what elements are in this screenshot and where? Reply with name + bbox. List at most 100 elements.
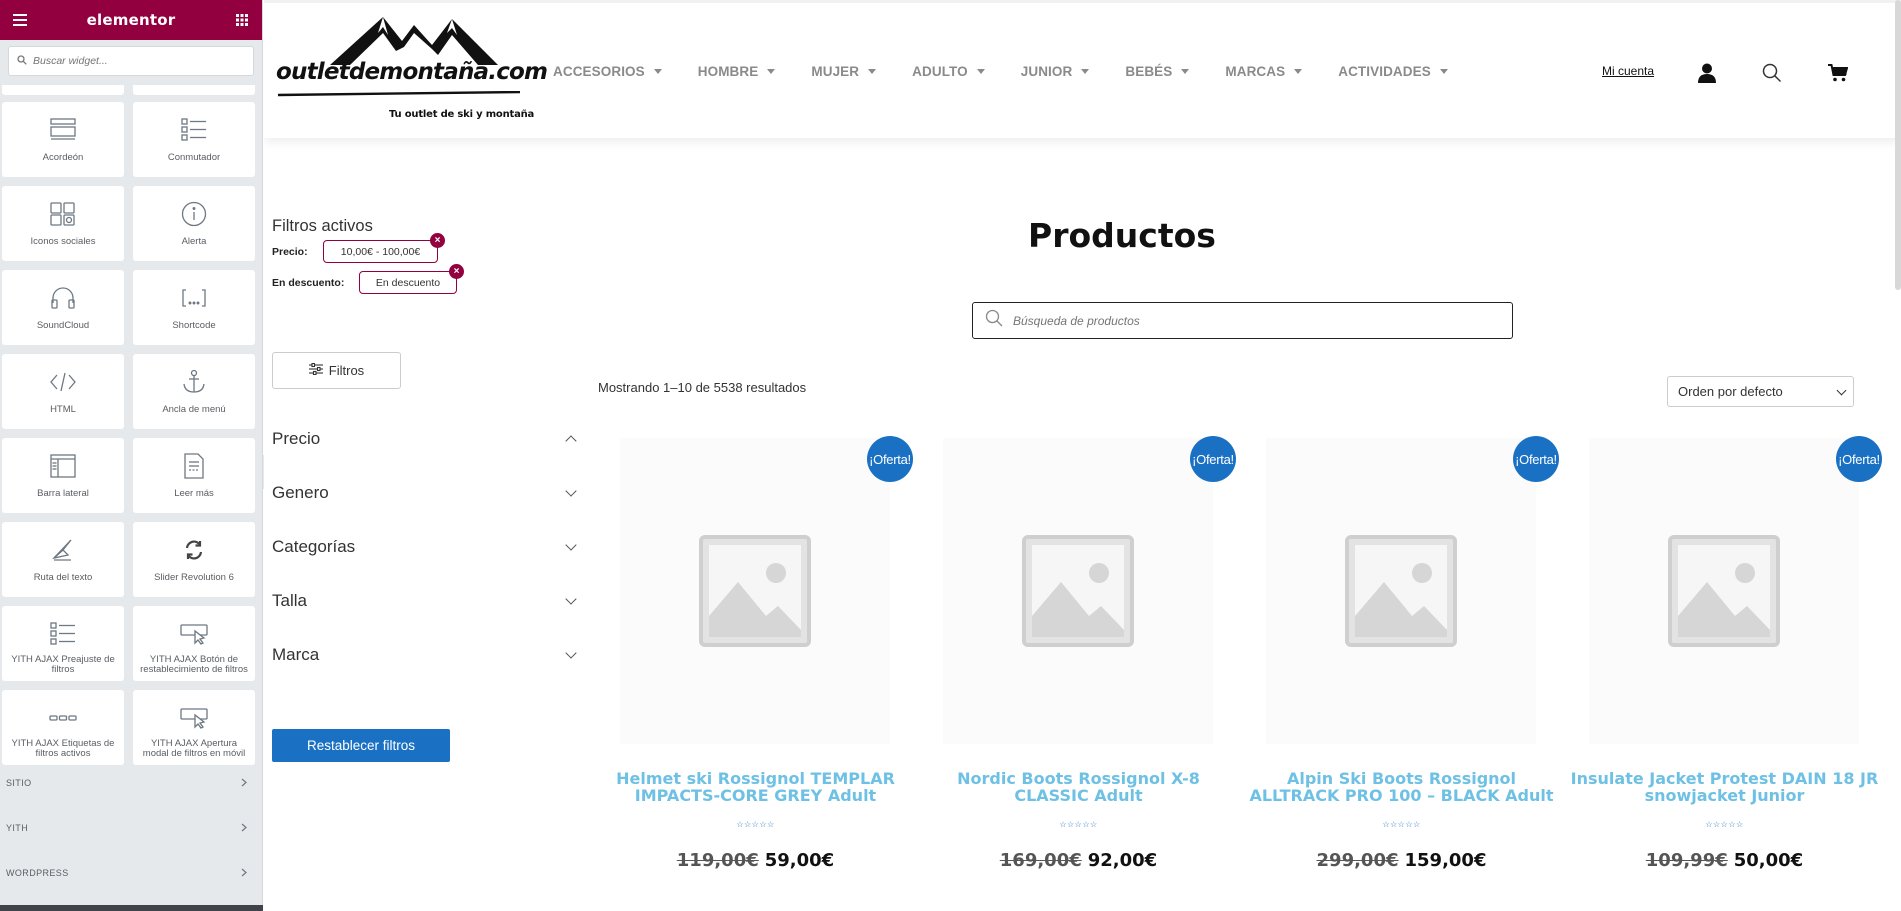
alert-info-icon xyxy=(178,199,210,229)
search-icon xyxy=(985,309,1003,332)
nav-label: ACTIVIDADES xyxy=(1338,64,1431,79)
star-rating: ☆☆☆☆☆ xyxy=(1059,820,1098,829)
anchor-icon xyxy=(178,367,210,397)
tags-dots-icon xyxy=(47,703,79,733)
widget-label: Acordeón xyxy=(42,152,84,163)
caret-down-icon xyxy=(976,69,985,74)
widget-yith-active-labels[interactable]: YITH AJAX Etiquetas de filtros activos xyxy=(2,690,124,765)
nav-actividades[interactable]: ACTIVIDADES xyxy=(1338,64,1448,79)
widget-toggle[interactable]: Conmutador xyxy=(133,102,255,177)
widget-social-icons[interactable]: Iconos sociales xyxy=(2,186,124,261)
widget-label: Slider Revolution 6 xyxy=(154,572,234,583)
widget-read-more[interactable]: Leer más xyxy=(133,438,255,513)
chevron-down-icon xyxy=(565,485,577,497)
product-image-placeholder[interactable] xyxy=(620,438,890,744)
widget-label: Conmutador xyxy=(167,152,221,163)
widget-menu-anchor[interactable]: Ancla de menú xyxy=(133,354,255,429)
star-rating: ☆☆☆☆☆ xyxy=(1705,820,1744,829)
nav-mujer[interactable]: MUJER xyxy=(811,64,877,79)
widget-yith-preset[interactable]: YITH AJAX Preajuste de filtros xyxy=(2,606,124,681)
category-wordpress[interactable]: WORDPRESS xyxy=(0,858,263,888)
facet-marca[interactable]: Marca xyxy=(272,640,581,670)
nav-adulto[interactable]: ADULTO xyxy=(912,64,985,79)
old-price: 109,99€ xyxy=(1645,850,1728,871)
widget-sidebar[interactable]: Barra lateral xyxy=(2,438,124,513)
scrollbar-thumb[interactable] xyxy=(1895,0,1901,290)
product-title[interactable]: Insulate Jacket Protest DAIN 18 JR snowj… xyxy=(1563,770,1886,804)
facet-categorias[interactable]: Categorías xyxy=(272,532,581,562)
product-card[interactable]: ¡Oferta! Nordic Boots Rossignol X-8 CLAS… xyxy=(917,432,1240,911)
facet-genero[interactable]: Genero xyxy=(272,478,581,508)
active-filter-label: En descuento: xyxy=(272,277,345,289)
close-icon[interactable]: × xyxy=(449,264,464,279)
chevron-down-icon xyxy=(565,593,577,605)
widget-label: YITH AJAX Preajuste de filtros xyxy=(11,654,115,675)
widget-label: Ancla de menú xyxy=(162,404,226,415)
widget-soundcloud[interactable]: SoundCloud xyxy=(2,270,124,345)
nav-label: JUNIOR xyxy=(1020,64,1073,79)
main-nav: ACCESORIOS HOMBRE MUJER ADULTO JUNIOR BE… xyxy=(553,64,1484,79)
widget-label: YITH AJAX Botón de restablecimiento de f… xyxy=(140,654,248,675)
widget-label: SoundCloud xyxy=(36,320,90,331)
widget-label: Alerta xyxy=(181,236,207,247)
headphones-icon xyxy=(47,283,79,313)
facet-precio[interactable]: Precio xyxy=(272,424,581,454)
widget-search-input[interactable] xyxy=(33,55,233,67)
product-card[interactable]: ¡Oferta! Alpin Ski Boots Rossignol ALLTR… xyxy=(1240,432,1563,911)
nav-junior[interactable]: JUNIOR xyxy=(1021,64,1090,79)
product-title[interactable]: Nordic Boots Rossignol X-8 CLASSIC Adult xyxy=(917,770,1240,804)
widget-alert[interactable]: Alerta xyxy=(133,186,255,261)
nav-hombre[interactable]: HOMBRE xyxy=(698,64,776,79)
nav-accesorios[interactable]: ACCESORIOS xyxy=(553,64,662,79)
my-account-link[interactable]: Mi cuenta xyxy=(1602,64,1654,78)
active-filter-chip-discount[interactable]: En descuento × xyxy=(359,264,464,294)
widget-label: Leer más xyxy=(174,488,214,499)
category-label: WORDPRESS xyxy=(6,868,69,878)
shortcode-brackets-icon xyxy=(178,283,210,313)
product-image-placeholder[interactable] xyxy=(943,438,1213,744)
product-card[interactable]: ¡Oferta! Helmet ski Rossignol TEMPLAR IM… xyxy=(594,432,917,911)
caret-down-icon xyxy=(1081,69,1090,74)
user-icon[interactable] xyxy=(1695,61,1719,85)
cart-icon[interactable] xyxy=(1826,61,1850,85)
results-count: Mostrando 1–10 de 5538 resultados xyxy=(598,380,807,395)
reset-filters-button[interactable]: Restablecer filtros xyxy=(272,729,450,762)
nav-bebes[interactable]: BEBÉS xyxy=(1125,64,1190,79)
active-filter-discount: En descuento: xyxy=(272,277,344,289)
widget-shortcode[interactable]: Shortcode xyxy=(133,270,255,345)
sliders-icon xyxy=(308,362,323,378)
hamburger-menu-icon[interactable] xyxy=(12,12,28,28)
widget-slider-revolution[interactable]: Slider Revolution 6 xyxy=(133,522,255,597)
widget-accordion[interactable]: Acordeón xyxy=(2,102,124,177)
product-search-box xyxy=(972,302,1513,339)
widget-label: Shortcode xyxy=(172,320,216,331)
category-yith[interactable]: YITH xyxy=(0,813,263,843)
widgets-grid-icon[interactable] xyxy=(234,12,250,28)
logo-underline xyxy=(277,91,521,97)
search-icon[interactable] xyxy=(1760,61,1784,85)
product-image-placeholder[interactable] xyxy=(1266,438,1536,744)
old-price: 299,00€ xyxy=(1316,850,1399,871)
nav-marcas[interactable]: MARCAS xyxy=(1225,64,1303,79)
product-title[interactable]: Helmet ski Rossignol TEMPLAR IMPACTS-COR… xyxy=(594,770,917,804)
widget-html[interactable]: HTML xyxy=(2,354,124,429)
caret-down-icon xyxy=(767,69,776,74)
elementor-panel: elementor Acordeón Conmutador xyxy=(0,0,263,911)
category-sitio[interactable]: SITIO xyxy=(0,768,263,798)
product-search-input[interactable] xyxy=(1013,313,1493,328)
code-icon xyxy=(47,367,79,397)
product-card[interactable]: ¡Oferta! Insulate Jacket Protest DAIN 18… xyxy=(1563,432,1886,911)
partial-widget-row xyxy=(0,85,263,95)
widget-text-path[interactable]: Ruta del texto xyxy=(2,522,124,597)
revolution-refresh-icon xyxy=(178,535,210,565)
facet-talla[interactable]: Talla xyxy=(272,586,581,616)
star-rating: ☆☆☆☆☆ xyxy=(736,820,775,829)
widget-list: Acordeón Conmutador Iconos sociales Aler… xyxy=(0,85,263,911)
product-image-placeholder[interactable] xyxy=(1589,438,1859,744)
product-title[interactable]: Alpin Ski Boots Rossignol ALLTRACK PRO 1… xyxy=(1240,770,1563,804)
widget-yith-modal-opener[interactable]: YITH AJAX Apertura modal de filtros en m… xyxy=(133,690,255,765)
filters-toggle-button[interactable]: Filtros xyxy=(272,352,401,389)
site-logo[interactable]: outletdemontaña.com Tu outlet de ski y m… xyxy=(276,11,548,126)
orderby-select[interactable]: Orden por defecto xyxy=(1667,376,1854,407)
widget-yith-reset-button[interactable]: YITH AJAX Botón de restablecimiento de f… xyxy=(133,606,255,681)
